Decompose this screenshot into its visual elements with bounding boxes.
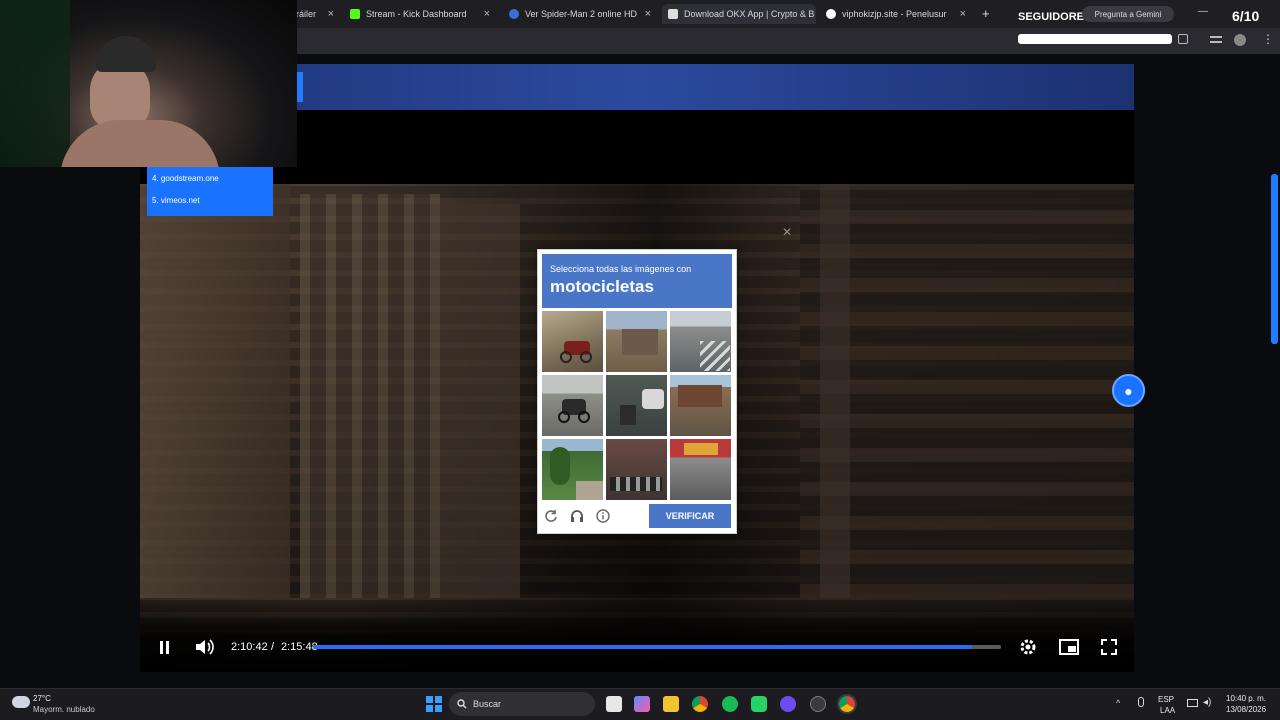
chrome-icon[interactable] [692, 696, 708, 712]
captcha-header: Selecciona todas las imágenes con motoci… [542, 254, 732, 308]
close-icon[interactable]: × [645, 8, 651, 20]
task-view-icon[interactable] [606, 696, 622, 712]
weather-temp[interactable]: 27°C [33, 694, 51, 703]
obs-icon[interactable] [780, 696, 796, 712]
goal-counter: 6/10 [1232, 8, 1260, 24]
captcha-tile-9[interactable] [670, 439, 731, 500]
new-tab-button[interactable]: + [982, 6, 990, 21]
info-icon[interactable] [595, 508, 611, 524]
popup-list: 4. goodstream.one 5. vimeos.net [147, 167, 273, 216]
tab-okx[interactable]: Download OKX App | Crypto & B × [662, 4, 816, 24]
captcha-tile-6[interactable] [670, 375, 731, 436]
globe-icon [826, 9, 836, 19]
scrollbar-thumb[interactable] [1271, 174, 1278, 344]
captcha-target: motocicletas [550, 277, 654, 296]
fullscreen-icon[interactable] [1100, 638, 1118, 661]
verify-button[interactable]: VERIFICAR [649, 504, 731, 528]
tab-label: ráiler [296, 9, 317, 19]
minimize-icon[interactable]: — [1198, 6, 1208, 17]
popup-item[interactable]: 4. goodstream.one [152, 174, 219, 183]
omnibox[interactable] [1018, 34, 1172, 44]
tab-label: Ver Spider-Man 2 online HD [525, 9, 638, 19]
site-icon [509, 9, 519, 19]
lightbulb-button[interactable]: ● [1112, 374, 1145, 407]
windows-start-icon[interactable] [426, 696, 442, 712]
player-controls [140, 598, 1134, 672]
captcha-tile-5[interactable] [606, 375, 667, 436]
whatsapp-icon[interactable] [751, 696, 767, 712]
captcha-tile-3[interactable] [670, 311, 731, 372]
reload-icon[interactable] [543, 508, 559, 524]
captcha-tile-2[interactable] [606, 311, 667, 372]
clock-date[interactable]: 13/08/2026 [1226, 705, 1266, 714]
webcam-overlay [0, 0, 297, 167]
speaker-icon[interactable]: ◂) [1203, 697, 1211, 708]
search-icon [457, 699, 467, 709]
gemini-button[interactable]: Pregunta a Gemini [1082, 6, 1174, 22]
tab-label: Stream - Kick Dashboard [366, 9, 467, 19]
extensions-icon[interactable] [1178, 34, 1188, 44]
app-icon[interactable] [810, 696, 826, 712]
tab-spiderman[interactable]: Ver Spider-Man 2 online HD × [503, 4, 657, 24]
modal-close-icon[interactable]: × [779, 225, 795, 241]
menu-icon[interactable]: ⋮ [1262, 32, 1274, 46]
header-accent [297, 72, 303, 102]
close-icon[interactable]: × [328, 8, 334, 20]
taskbar-search[interactable]: Buscar [449, 692, 595, 716]
captcha-tile-4[interactable] [542, 375, 603, 436]
current-time: 2:10:42 [231, 641, 268, 653]
streamer-cap [96, 36, 156, 72]
popup-item[interactable]: 5. vimeos.net [152, 196, 200, 205]
streamer-shoulders [60, 120, 220, 167]
captcha-tile-1[interactable] [542, 311, 603, 372]
chrome-active-icon[interactable] [839, 696, 855, 712]
language-bottom[interactable]: LAA [1160, 706, 1175, 715]
progress-fill [313, 645, 973, 649]
language-top[interactable]: ESP [1158, 695, 1174, 704]
file-explorer-icon[interactable] [663, 696, 679, 712]
reading-list-icon[interactable] [1210, 36, 1222, 43]
headphones-icon[interactable] [569, 508, 585, 524]
pip-icon[interactable] [1059, 639, 1079, 660]
kick-icon [350, 9, 360, 19]
webcam-background [0, 0, 70, 167]
time-separator: / [271, 641, 275, 653]
tab-viphokizjp[interactable]: viphokizjp.site - Penelusur × [820, 4, 972, 24]
profile-icon[interactable] [1234, 34, 1246, 46]
lightbulb-icon: ● [1124, 382, 1133, 399]
tab-kick-dashboard[interactable]: Stream - Kick Dashboard × [344, 4, 496, 24]
pause-icon[interactable] [159, 641, 171, 654]
captcha-instruction: Selecciona todas las imágenes con [550, 264, 692, 274]
network-icon[interactable] [1187, 699, 1198, 707]
tab-trailer[interactable]: ráiler × [290, 4, 340, 24]
captcha-tile-8[interactable] [606, 439, 667, 500]
weather-desc[interactable]: Mayorm. nublado [33, 705, 95, 714]
close-icon[interactable]: × [484, 8, 490, 20]
clock-time[interactable]: 10:40 p. m. [1226, 694, 1266, 703]
cloud-icon [12, 696, 30, 708]
microphone-icon[interactable] [1138, 697, 1144, 707]
followers-label: SEGUIDORES [1018, 11, 1092, 23]
tray-chevron-icon[interactable]: ^ [1116, 698, 1120, 708]
captcha-tile-7[interactable] [542, 439, 603, 500]
close-icon[interactable]: × [960, 8, 966, 20]
search-placeholder: Buscar [473, 699, 502, 709]
volume-icon[interactable] [194, 638, 214, 661]
okx-icon [668, 9, 678, 19]
settings-icon[interactable] [1019, 638, 1037, 661]
copilot-icon[interactable] [634, 696, 650, 712]
tab-label: Download OKX App | Crypto & B [684, 9, 815, 19]
spotify-icon[interactable] [722, 696, 738, 712]
tab-label: viphokizjp.site - Penelusur [842, 9, 947, 19]
